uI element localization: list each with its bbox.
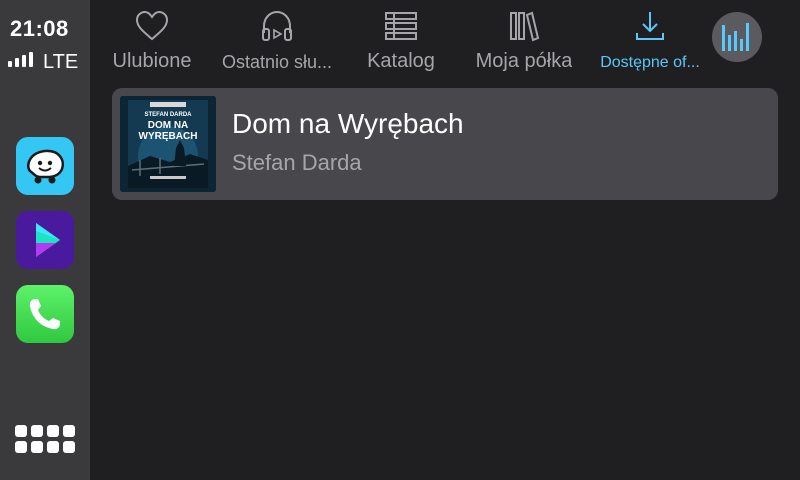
now-playing-button[interactable] [712, 12, 762, 62]
list-icon [385, 12, 417, 40]
headphones-icon [262, 10, 292, 41]
tab-recently-listened[interactable]: Ostatnio słu... [206, 0, 348, 84]
audiobook-author: Stefan Darda [232, 150, 362, 175]
tab-my-shelf[interactable]: Moja półka [466, 0, 582, 84]
play-triangle-icon [36, 223, 60, 257]
network-type: LTE [43, 51, 79, 73]
cover-title-text: DOM NA WYRĘBACH [138, 120, 198, 142]
app-grid-button[interactable] [15, 425, 75, 453]
tab-catalog[interactable]: Katalog [356, 0, 446, 84]
waze-icon [27, 149, 64, 184]
app-grid-icon [15, 425, 27, 437]
tab-label: Ostatnio słu... [221, 52, 333, 72]
audiobook-cover: STEFAN DARDA DOM NA WYRĘBACH [120, 96, 216, 192]
waze-app-button[interactable] [16, 137, 74, 195]
tab-favorites[interactable]: Ulubione [104, 0, 200, 84]
tab-available-offline[interactable]: Dostępne of... [582, 0, 718, 84]
tab-label: Ulubione [112, 50, 192, 72]
cover-author-text: STEFAN DARDA [144, 112, 192, 118]
audiobook-title: Dom na Wyrębach [232, 108, 464, 139]
phone-app-button[interactable] [16, 285, 74, 343]
status-time: 21:08 [10, 16, 69, 41]
tab-bar: Ulubione Ostatnio słu... Katalog Moja pó… [90, 0, 800, 84]
carplay-dock: 21:08 LTE [0, 0, 90, 480]
phone-icon [29, 299, 60, 330]
tab-label: Dostępne of... [600, 54, 700, 71]
equalizer-icon [722, 23, 749, 51]
download-icon [636, 12, 664, 40]
audiobook-app-button[interactable] [16, 211, 74, 269]
heart-icon [135, 10, 169, 41]
signal-strength-icon [8, 52, 33, 67]
list-item[interactable]: STEFAN DARDA DOM NA WYRĘBACH Dom na Wyrę… [112, 88, 778, 200]
tab-label: Katalog [367, 50, 435, 72]
bookshelf-icon [510, 11, 540, 42]
tab-label: Moja półka [475, 50, 573, 72]
